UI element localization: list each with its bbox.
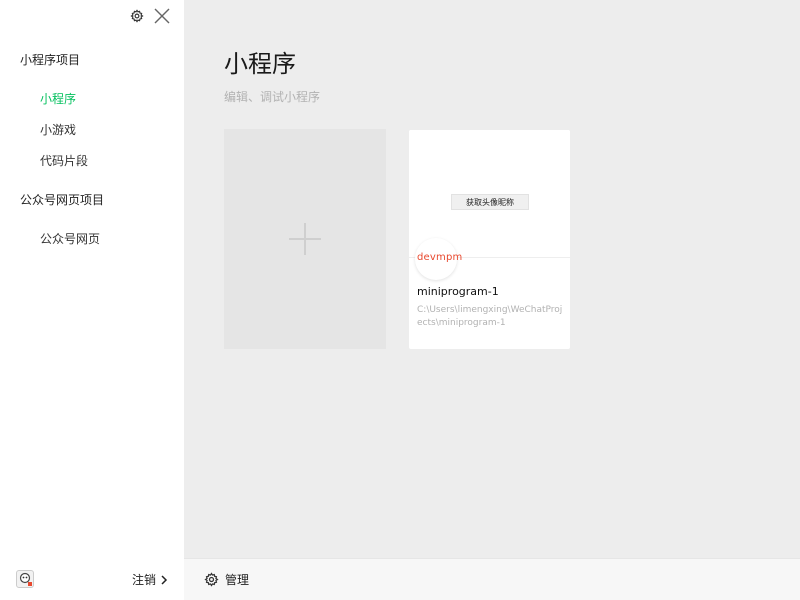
section-title-official-account-projects: 公众号网页项目 bbox=[20, 193, 105, 207]
sidebar-item-miniprogram[interactable]: 小程序 bbox=[40, 90, 76, 107]
plus-icon bbox=[289, 223, 321, 255]
project-name: miniprogram-1 bbox=[417, 285, 499, 298]
add-project-button[interactable] bbox=[224, 129, 386, 349]
section-title-miniprogram-projects: 小程序项目 bbox=[20, 53, 81, 67]
project-badge: devmpm bbox=[417, 252, 463, 263]
project-card[interactable]: 获取头像昵称 devmpm miniprogram-1 C:\Users\lim… bbox=[409, 130, 570, 349]
close-icon[interactable] bbox=[154, 8, 170, 24]
sidebar-item-minigame[interactable]: 小游戏 bbox=[40, 121, 76, 138]
manage-button[interactable]: 管理 bbox=[204, 571, 249, 588]
sidebar: 小程序项目 小程序 小游戏 代码片段 公众号网页项目 公众号网页 注销 bbox=[0, 0, 184, 600]
gear-icon bbox=[204, 572, 219, 587]
logout-button[interactable]: 注销 bbox=[132, 571, 168, 588]
page-title: 小程序 bbox=[224, 50, 296, 78]
manage-label: 管理 bbox=[225, 573, 250, 587]
preview-button: 获取头像昵称 bbox=[451, 194, 529, 210]
chevron-right-icon bbox=[161, 574, 168, 585]
gear-icon[interactable] bbox=[130, 9, 144, 23]
project-path: C:\Users\limengxing\WeChatProjects\minip… bbox=[417, 305, 563, 328]
page-subtitle: 编辑、调试小程序 bbox=[224, 90, 321, 104]
avatar[interactable] bbox=[16, 570, 34, 588]
sidebar-item-code-snippets[interactable]: 代码片段 bbox=[40, 152, 88, 169]
logout-label: 注销 bbox=[131, 573, 156, 587]
sidebar-footer: 注销 bbox=[0, 558, 184, 600]
sidebar-top-actions bbox=[130, 8, 170, 24]
bottom-bar: 管理 bbox=[184, 558, 800, 600]
sidebar-item-official-account-web[interactable]: 公众号网页 bbox=[40, 230, 100, 247]
main-content: 小程序 编辑、调试小程序 获取头像昵称 devmpm miniprogram-1… bbox=[184, 0, 800, 558]
